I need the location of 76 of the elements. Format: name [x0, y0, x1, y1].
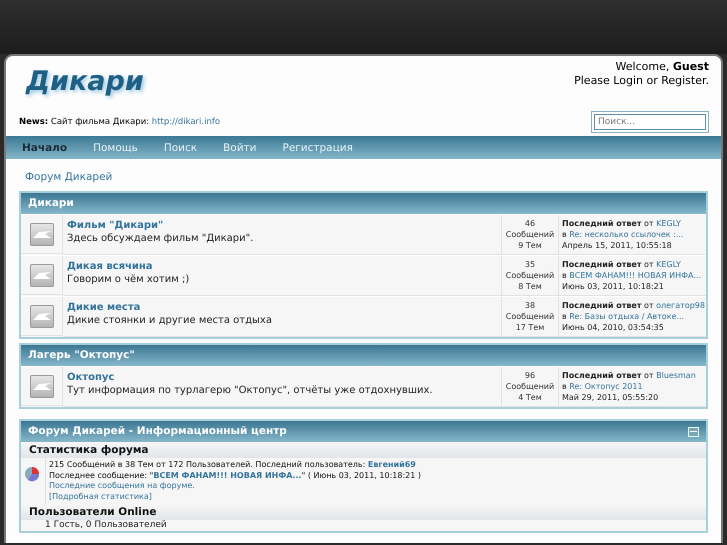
news-link[interactable]: http://dikari.info — [152, 117, 220, 127]
in-label: в — [562, 271, 567, 280]
post-count: 38 — [524, 300, 536, 311]
nav-tab[interactable]: Начало — [22, 142, 80, 154]
in-label: в — [562, 230, 567, 239]
last-reply-label: Последний ответ — [562, 260, 642, 269]
board-description: Дикие стоянки и другие места отдыха — [67, 314, 273, 327]
last-post-label: Последнее сообщение: " — [49, 470, 154, 480]
user-link[interactable]: KEGLY — [656, 219, 681, 228]
post-count: 96 — [524, 370, 536, 381]
category-header[interactable]: Дикари — [21, 193, 706, 214]
welcome-text: Welcome, Guest — [614, 60, 709, 74]
in-label: в — [562, 382, 567, 391]
topic-link[interactable]: Re: Базы отдыха / Автоке... — [569, 312, 684, 321]
topic-count: 17 Тем — [514, 322, 546, 333]
board-title[interactable]: Дикие места — [67, 301, 140, 314]
category-header[interactable]: Лагерь "Октопус" — [21, 345, 706, 366]
topic-link[interactable]: Re: Октопус 2011 — [569, 382, 643, 391]
pie-chart-icon — [24, 466, 40, 482]
topic-count: 4 Тем — [517, 392, 543, 403]
section-header: Пользователи Online — [21, 504, 706, 520]
news-text: Сайт фильма Дикари: — [50, 117, 150, 127]
stats-text: 215 Сообщений в 38 Тем от 172 Пользователей. Последний пользователь: — [49, 460, 366, 469]
board-description: Говорим о чём хотим ;) — [67, 273, 190, 286]
post-date: Май 29, 2011, 05:55:20 — [562, 392, 660, 403]
detailed-stats-link[interactable]: [Подробная статистика] — [49, 492, 152, 500]
nav-tab[interactable]: Поиск — [150, 142, 210, 154]
search-field[interactable]: Поиск... — [594, 114, 706, 130]
by-label: от — [644, 301, 654, 310]
post-date: Апрель 15, 2011, 10:55:18 — [562, 240, 673, 251]
board-icon — [30, 264, 54, 286]
posts-label: Сообщений — [504, 381, 556, 392]
by-label: от — [644, 260, 654, 269]
posts-label: Сообщений — [504, 270, 556, 281]
board-icon — [30, 374, 54, 398]
in-label: в — [562, 312, 567, 321]
board-title[interactable]: Октопус — [67, 371, 114, 384]
topic-link[interactable]: ВСЕМ ФАНАМ!!! НОВАЯ ИНФА... — [569, 271, 702, 280]
nav-tab[interactable]: Регистрация — [270, 142, 366, 154]
posts-label: Сообщений — [504, 311, 556, 322]
post-date: Июнь 03, 2011, 10:18:21 — [562, 281, 665, 292]
last-post-date: " ( Июнь 03, 2011, 10:18:21 ) — [302, 470, 421, 480]
section-header: Статистика форума — [21, 442, 706, 458]
post-count: 35 — [524, 259, 536, 270]
last-reply-label: Последний ответ — [562, 371, 642, 380]
last-post-link[interactable]: ВСЕМ ФАНАМ!!! НОВАЯ ИНФА... — [153, 470, 302, 480]
last-reply-label: Последний ответ — [562, 301, 642, 310]
last-reply-label: Последний ответ — [562, 219, 642, 228]
topic-count: 9 Тем — [517, 240, 543, 251]
board-title[interactable]: Дикая всячина — [67, 260, 153, 273]
nav-tab[interactable]: Помощь — [80, 142, 151, 154]
collapse-button[interactable] — [688, 426, 699, 436]
board-icon — [30, 222, 54, 246]
user-link[interactable]: KEGLY — [656, 260, 681, 269]
by-label: от — [644, 219, 654, 228]
board-description: Здесь обсуждаем фильм "Дикари". — [67, 232, 254, 245]
breadcrumb-link[interactable]: Форум Дикарей — [25, 171, 708, 183]
board-description: Тут информация по турлагерю "Октопус", отчёты уже отдохнувших. — [67, 384, 434, 397]
forum-logo[interactable]: Дикари — [26, 66, 144, 108]
post-date: Июнь 04, 2010, 03:54:35 — [562, 322, 665, 333]
member-link[interactable]: Евгений69 — [368, 460, 416, 469]
info-center-title: Форум Дикарей - Информационный центр — [28, 424, 287, 439]
user-link[interactable]: олегатор98 — [656, 301, 705, 310]
login-prompt: Please Login or Register. — [574, 74, 709, 88]
topic-count: 8 Тем — [517, 281, 543, 292]
posts-label: Сообщений — [504, 229, 556, 240]
by-label: от — [644, 371, 654, 380]
topic-link[interactable]: Re: несколько ссылочек :... — [569, 230, 684, 239]
online-text: 1 Гость, 0 Пользователей — [44, 520, 168, 531]
user-link[interactable]: Bluesman — [656, 371, 696, 380]
board-icon — [30, 304, 54, 328]
recent-posts-link[interactable]: Последние сообщения на форуме. — [49, 481, 195, 490]
nav-tab[interactable]: Войти — [210, 142, 270, 154]
board-title[interactable]: Фильм "Дикари" — [67, 219, 164, 232]
news-label: News: — [19, 117, 48, 127]
post-count: 46 — [524, 218, 536, 229]
